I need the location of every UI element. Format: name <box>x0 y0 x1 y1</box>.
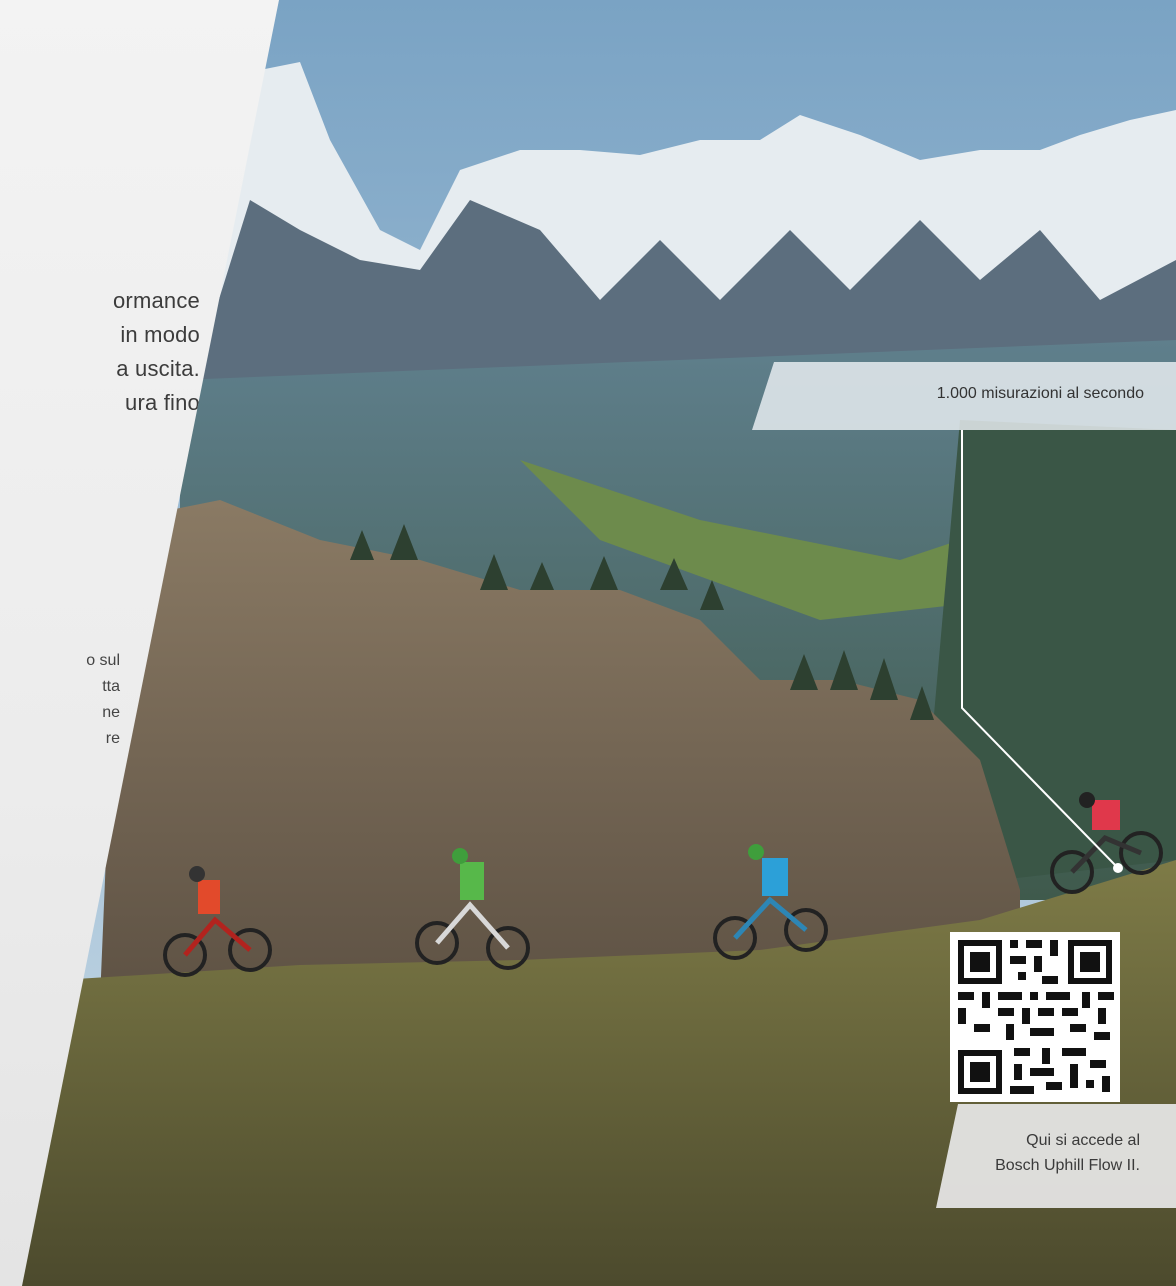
qr-caption: Qui si accede al Bosch Uphill Flow II. <box>995 1128 1140 1178</box>
intro-line: a uscita. <box>116 356 200 381</box>
intro-line: ormance <box>113 288 200 313</box>
callout-label: 1.000 misurazioni al secondo <box>936 385 1144 402</box>
qr-code-pattern <box>950 932 1120 1102</box>
intro-line: in modo <box>120 322 200 347</box>
qr-caption-line: Qui si accede al <box>1026 1132 1140 1149</box>
callout-box: 1.000 misurazioni al secondo <box>752 362 1176 430</box>
body-line: o sul <box>86 652 120 669</box>
body-line: ne <box>102 704 120 721</box>
body-line: re <box>105 730 120 747</box>
body-line: tta <box>102 678 120 695</box>
qr-code[interactable] <box>950 932 1120 1102</box>
qr-caption-box: Qui si accede al Bosch Uphill Flow II. <box>936 1104 1176 1208</box>
qr-caption-line: Bosch Uphill Flow II. <box>995 1157 1140 1174</box>
intro-line: ura fino <box>125 390 200 415</box>
